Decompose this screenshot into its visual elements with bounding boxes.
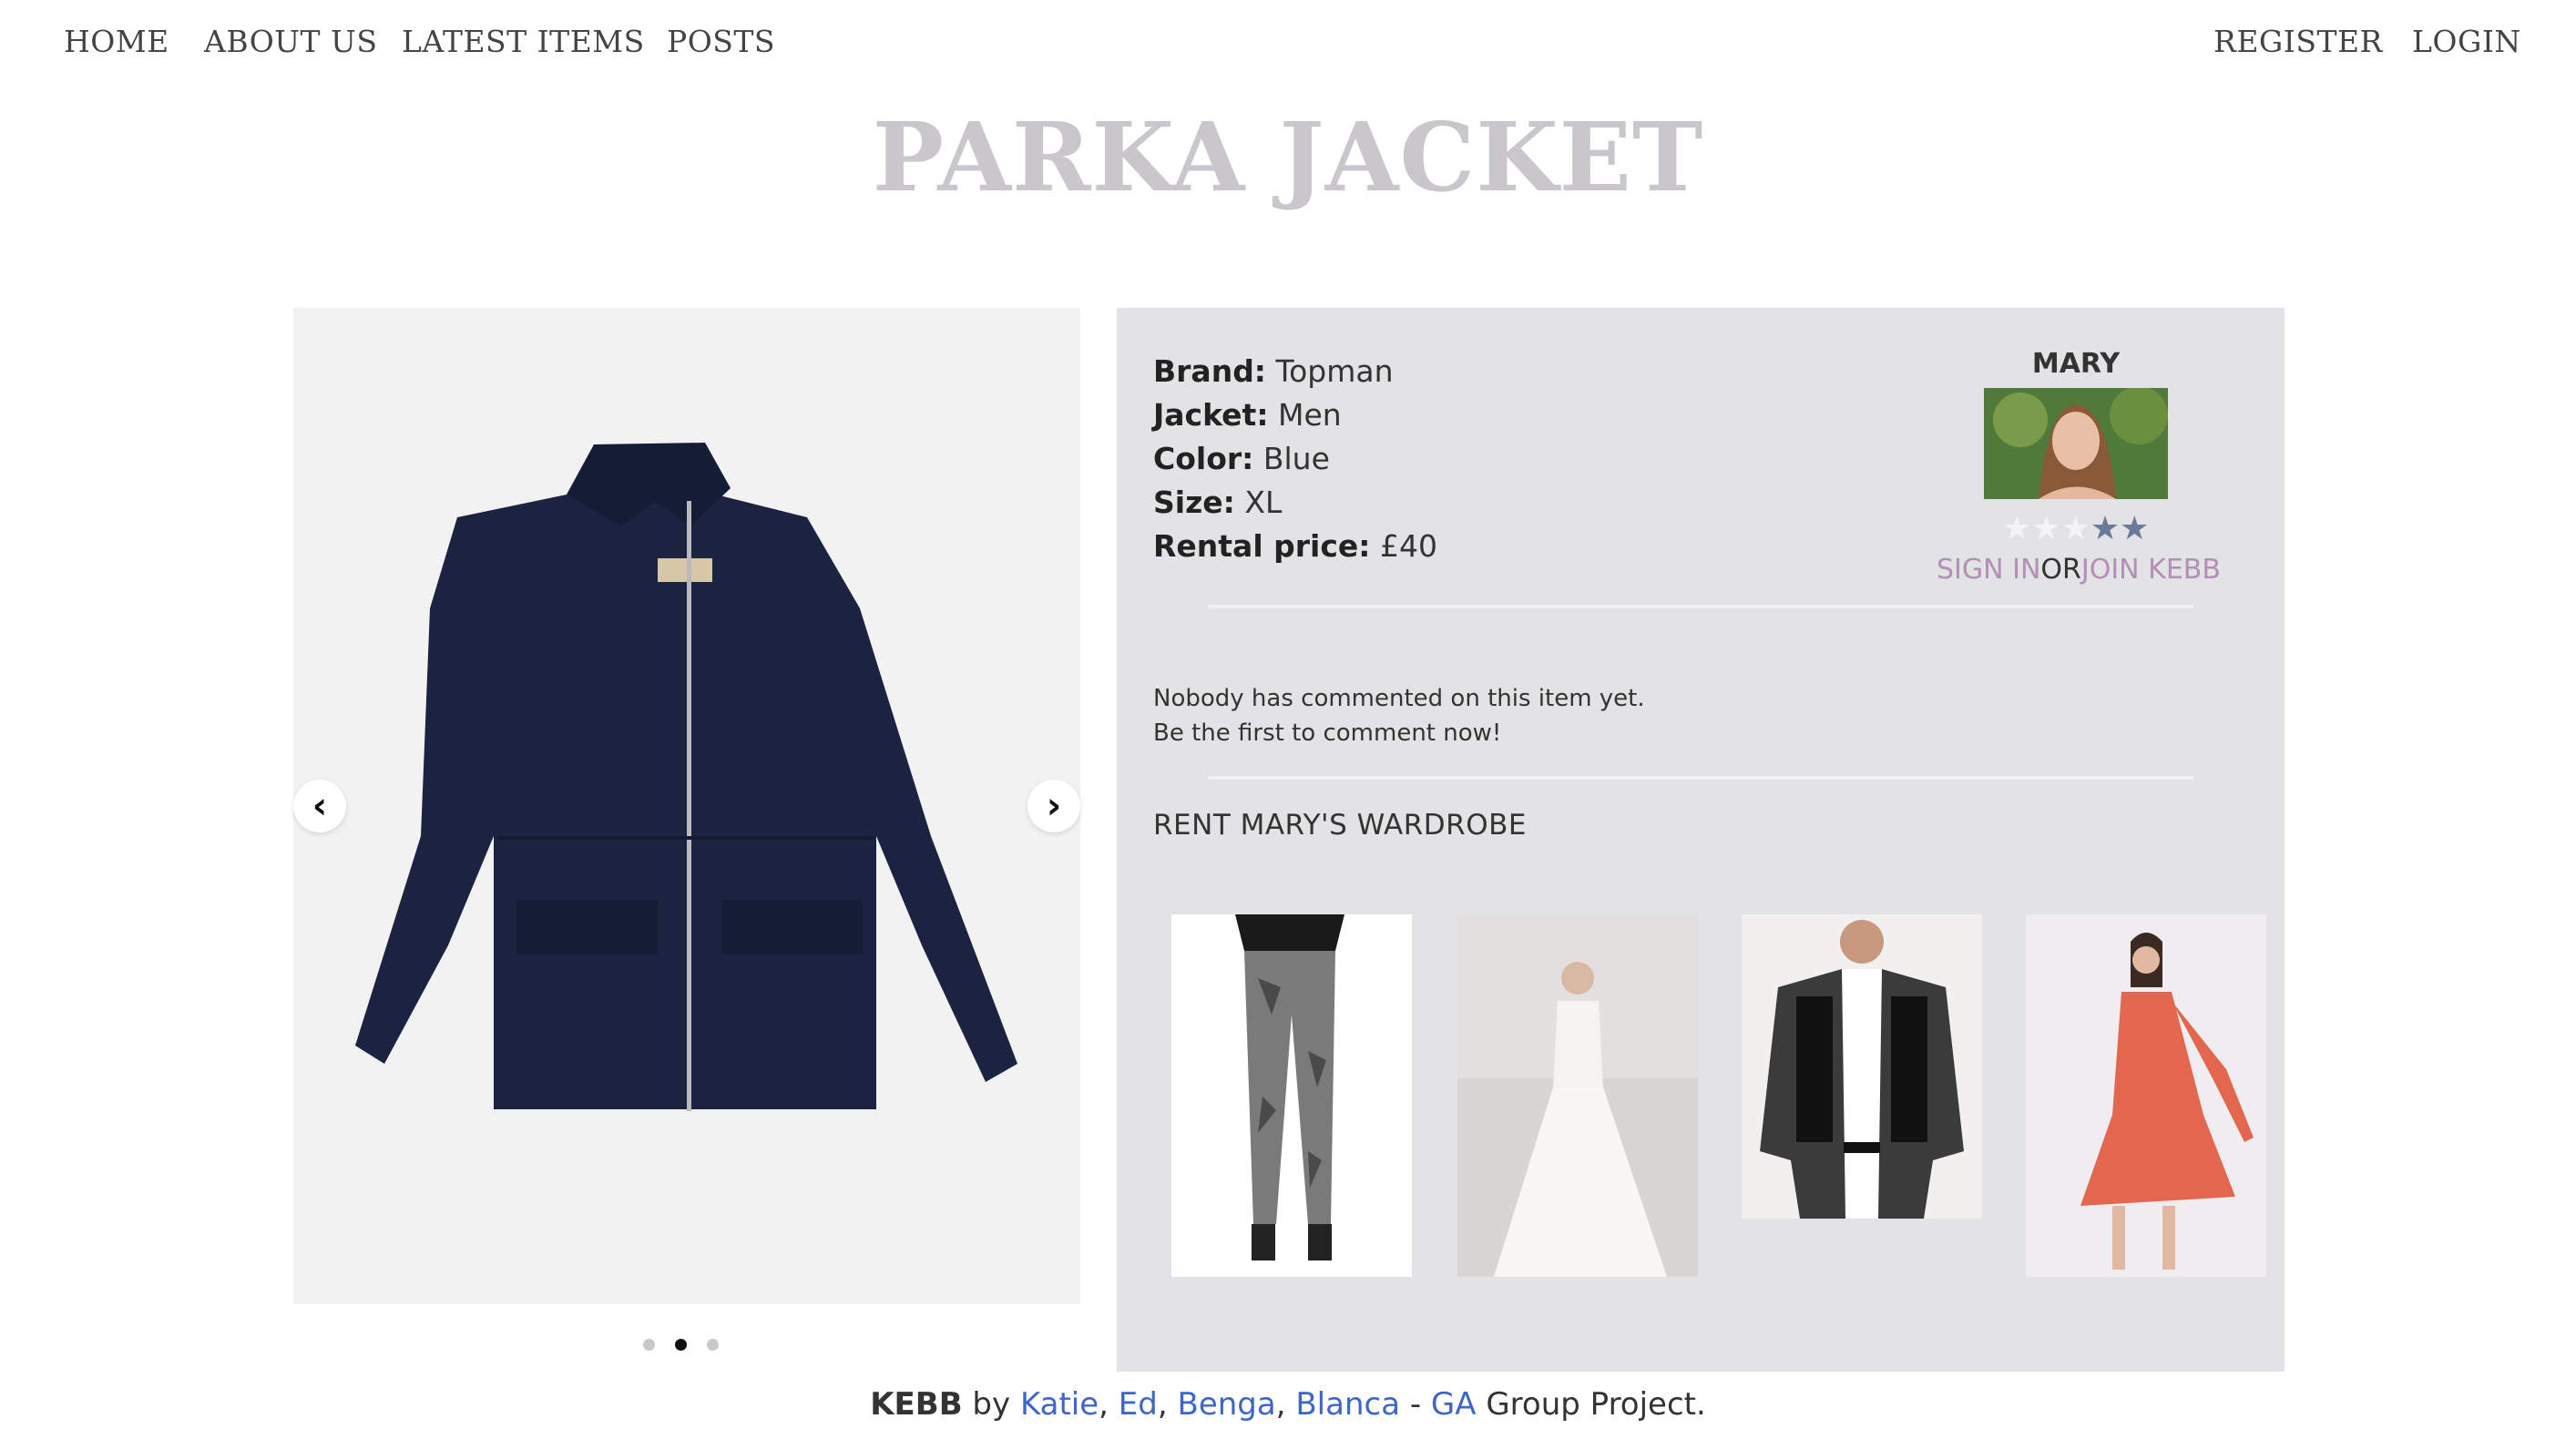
owner-avatar[interactable] [1984,388,2168,499]
footer: KEBB by Katie, Ed, Benga, Blanca - GA Gr… [870,1386,1706,1423]
wardrobe-item-wedding-dress[interactable] [1457,914,1698,1277]
wardrobe-item-blazer[interactable] [1742,914,1982,1219]
divider [1208,776,2193,780]
nav-home[interactable]: HOME [64,16,169,67]
chevron-left-icon: ‹ [312,785,328,827]
footer-brand: KEBB [870,1386,963,1423]
details-panel: Brand: Topman Jacket: Men Color: Blue Si… [1117,308,2285,1372]
jacket-row: Jacket: Men [1153,397,1342,433]
product-carousel: ‹ › [293,308,1080,1304]
carousel-dot[interactable] [707,1339,719,1351]
nav-about-us[interactable]: ABOUT US [204,16,377,67]
owner-info: MARY [2008,346,2144,383]
owner-rating: ★★★★★ [2002,510,2149,547]
nav-register[interactable]: REGISTER [2213,16,2383,67]
wardrobe-item-camo-jeans[interactable] [1171,914,1412,1277]
or-label: OR [2040,554,2081,586]
divider [1208,605,2193,608]
color-row: Color: Blue [1153,441,1330,476]
top-nav: HOME ABOUT US LATEST ITEMS POSTS REGISTE… [0,16,2576,67]
page-title: PARKA JACKET [872,101,1704,213]
item-attributes: Brand: Topman Jacket: Men Color: Blue Si… [1153,350,1437,568]
wardrobe-item-floral-dress[interactable] [2026,914,2266,1277]
footer-author-katie[interactable]: Katie [1020,1386,1099,1423]
star-filled-icon: ★ [2090,510,2121,547]
carousel-dot-active[interactable] [675,1339,687,1351]
sign-in-link[interactable]: SIGN IN [1937,554,2040,586]
owner-name: MARY [2031,348,2121,380]
chevron-right-icon: › [1046,785,1062,827]
footer-author-ed[interactable]: Ed [1119,1386,1158,1423]
star-empty-icon: ★ [2031,510,2061,547]
brand-row: Brand: Topman [1153,353,1394,389]
carousel-next-button[interactable]: › [1027,780,1080,832]
size-row: Size: XL [1153,485,1283,520]
carousel-dot[interactable] [643,1339,655,1351]
star-filled-icon: ★ [2120,510,2150,547]
jacket-image [355,443,1017,1111]
auth-links: SIGN INORJOIN KEBB [1937,554,2301,586]
star-empty-icon: ★ [2060,510,2090,547]
join-link[interactable]: JOIN KEBB [2081,554,2221,586]
nav-posts[interactable]: POSTS [667,16,775,67]
nav-latest-items[interactable]: LATEST ITEMS [402,16,645,67]
nav-login[interactable]: LOGIN [2412,16,2521,67]
carousel-prev-button[interactable]: ‹ [293,780,346,832]
wardrobe-title: RENT MARY'S WARDROBE [1153,809,1527,842]
comments-empty: Nobody has commented on this item yet. B… [1153,685,1645,747]
star-empty-icon: ★ [2002,510,2032,547]
footer-author-benga[interactable]: Benga [1178,1386,1276,1423]
carousel-indicators [643,1339,719,1351]
footer-ga-link[interactable]: GA [1431,1386,1477,1423]
rental-price-row: Rental price: £40 [1153,528,1437,564]
footer-author-blanca[interactable]: Blanca [1295,1386,1400,1423]
